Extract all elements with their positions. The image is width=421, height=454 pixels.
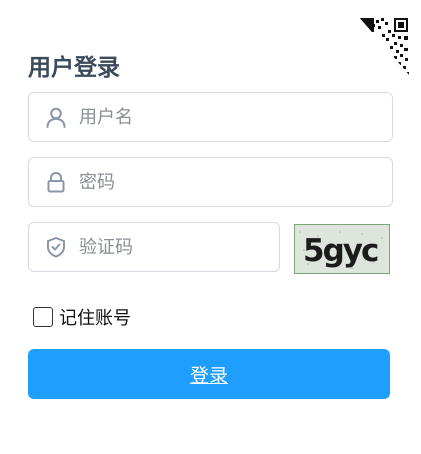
- remember-checkbox[interactable]: [33, 307, 53, 327]
- shield-icon: [47, 237, 65, 258]
- user-icon: [46, 107, 66, 128]
- password-field-container[interactable]: [28, 157, 393, 207]
- remember-account[interactable]: 记住账号: [33, 304, 131, 330]
- page-title: 用户登录: [28, 55, 120, 81]
- login-button[interactable]: 登录: [28, 349, 390, 399]
- captcha-noise-icon: 5gyc: [295, 225, 389, 273]
- captcha-input[interactable]: [79, 223, 269, 271]
- username-field-container[interactable]: [28, 92, 393, 142]
- username-input[interactable]: [79, 93, 382, 141]
- password-input[interactable]: [79, 158, 382, 206]
- lock-icon: [47, 171, 65, 193]
- captcha-image[interactable]: 5gyc: [294, 224, 390, 274]
- qr-code-corner-icon[interactable]: [358, 16, 410, 76]
- captcha-text: 5gyc: [303, 233, 378, 269]
- captcha-field-container[interactable]: [28, 222, 280, 272]
- remember-label: 记住账号: [59, 308, 131, 329]
